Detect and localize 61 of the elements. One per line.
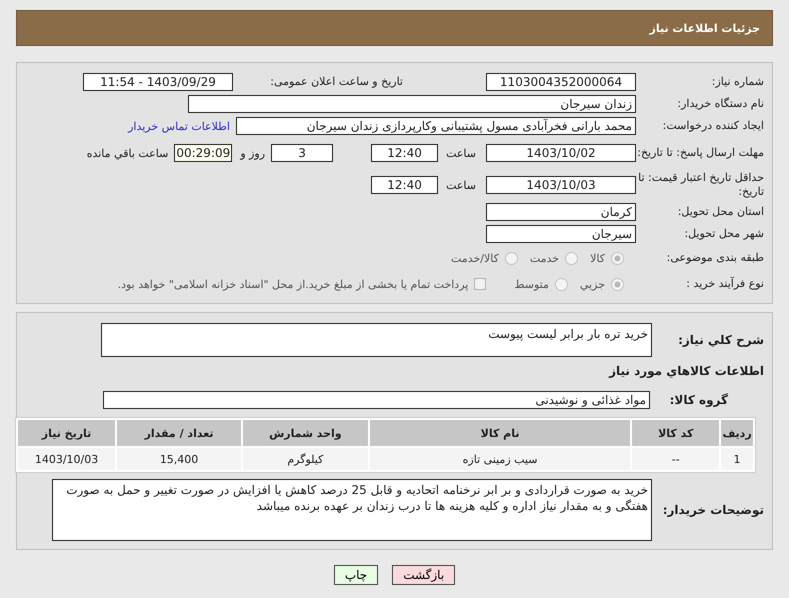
section-heading: اطلاعات کالاهاي مورد نیاز bbox=[608, 364, 765, 378]
radio-icon[interactable] bbox=[611, 278, 624, 290]
validity-time-field: 12:40 bbox=[371, 176, 438, 194]
province-field: کرمان bbox=[486, 203, 636, 221]
announce-date-field: 1403/09/29 - 11:54 bbox=[83, 73, 233, 91]
field-label: توضیحات خریدار: bbox=[662, 502, 765, 518]
category-radio-option[interactable]: خدمت bbox=[530, 252, 578, 264]
table-cell: سیب زمینی تازه bbox=[370, 448, 630, 470]
validity-date-field: 1403/10/03 bbox=[486, 176, 636, 194]
goods-group-field: مواد غذائی و نوشیدنی bbox=[103, 391, 650, 409]
payment-note: پرداخت تمام یا بخشی از مبلغ خرید.از محل "اسناد خزانه اسلامی" خواهد بود. bbox=[118, 278, 468, 290]
process-radio-option[interactable]: متوسط bbox=[514, 278, 568, 290]
field-label: مهلت ارسال پاسخ: تا تاریخ: bbox=[636, 146, 765, 160]
process-radio-option[interactable]: جزیي bbox=[580, 278, 624, 290]
column-header: کد کالا bbox=[632, 420, 720, 446]
time-label: ساعت bbox=[446, 178, 476, 192]
requester-field: محمد بارانی فخرآبادی مسول پشتیبانی وکارپردازی زندان سیرجان bbox=[236, 117, 636, 135]
field-label: طبقه بندی موضوعی: bbox=[666, 251, 765, 265]
field-label: نوع فرآیند خرید : bbox=[685, 277, 765, 291]
field-label: شهر محل تحویل: bbox=[683, 227, 765, 241]
remaining-time-field: 00:29:09 bbox=[174, 144, 232, 162]
deadline-date-field: 1403/10/02 bbox=[486, 144, 636, 162]
column-header: ردیف bbox=[721, 420, 753, 446]
field-label: گروه کالا: bbox=[668, 392, 729, 408]
column-header: تاریخ نیاز bbox=[18, 420, 116, 446]
radio-icon[interactable] bbox=[504, 252, 518, 264]
table-cell: -- bbox=[632, 448, 720, 470]
radio-icon[interactable] bbox=[565, 252, 578, 264]
back-button[interactable]: بازگشت bbox=[392, 565, 456, 585]
field-label: تاریخ و ساعت اعلان عمومی: bbox=[269, 75, 404, 89]
buyer-contact-link[interactable]: اطلاعات تماس خریدار bbox=[128, 120, 230, 132]
buyer-notes-field: خرید به صورت قراردادی و بر ابر نرخنامه اتحادیه و قابل 25 درصد کاهش یا افزایش در صورت تغییر و حمل به صورت هفتگی و به مقدار نیاز اداره و کلیه هزینه ها تا درب زندان بر عهده برنده میباشد bbox=[52, 479, 652, 541]
field-label: ایجاد کننده درخواست: bbox=[662, 119, 765, 133]
category-radio-option[interactable]: کالا/خدمت bbox=[451, 252, 518, 264]
table-cell: کیلوگرم bbox=[243, 448, 368, 470]
column-header: تعداد / مقدار bbox=[117, 420, 242, 446]
field-label: شرح کلي نیاز: bbox=[677, 332, 765, 348]
checkbox[interactable] bbox=[474, 278, 486, 290]
deadline-time-field: 12:40 bbox=[371, 144, 438, 162]
page-title: جزئیات اطلاعات نیاز bbox=[16, 10, 773, 46]
remaining-label: ساعت باقي مانده bbox=[86, 146, 168, 160]
field-label: استان محل تحویل: bbox=[676, 205, 765, 219]
field-label: شماره نیاز: bbox=[710, 75, 765, 89]
category-radio-option[interactable]: کالا bbox=[590, 252, 624, 264]
column-header: نام کالا bbox=[370, 420, 630, 446]
days-field: 3 bbox=[271, 144, 334, 162]
buyer-org-field: زندان سیرجان bbox=[188, 95, 636, 113]
field-label: نام دستگاه خریدار: bbox=[676, 97, 765, 111]
days-label: روز و bbox=[240, 146, 266, 160]
table-cell: 15,400 bbox=[117, 448, 242, 470]
table-cell: 1 bbox=[721, 448, 753, 470]
need-number-field: 1103004352000064 bbox=[486, 73, 636, 91]
column-header: واحد شمارش bbox=[243, 420, 368, 446]
field-label: حداقل تاریخ اعتبار قیمت: تا تاریخ: bbox=[637, 171, 765, 199]
city-field: سیرجان bbox=[486, 225, 636, 243]
radio-icon[interactable] bbox=[554, 278, 568, 290]
description-field: خرید تره بار برابر لیست پیوست bbox=[101, 323, 652, 357]
table-cell: 1403/10/03 bbox=[18, 448, 116, 470]
radio-icon[interactable] bbox=[611, 252, 624, 264]
print-button[interactable]: چاپ bbox=[334, 565, 378, 585]
time-label: ساعت bbox=[446, 146, 476, 160]
